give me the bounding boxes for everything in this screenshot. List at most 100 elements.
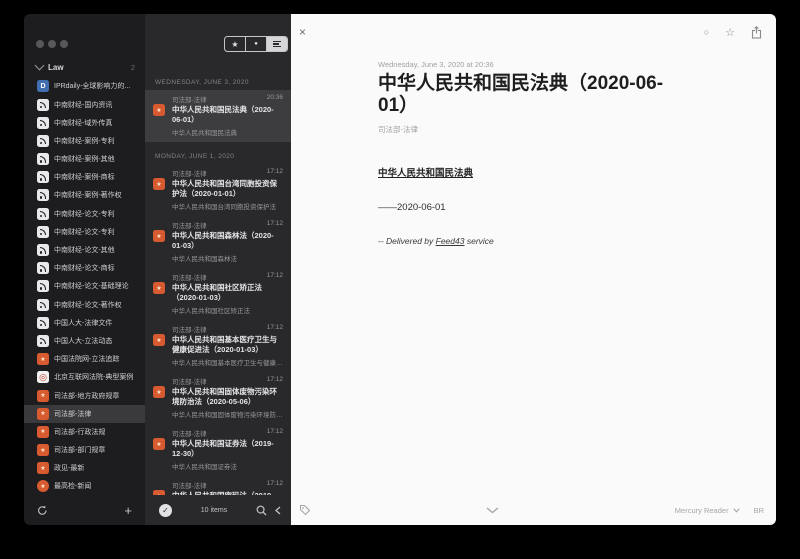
sidebar-feed-item[interactable]: 中南财经-论文-基础理论: [24, 277, 145, 295]
feed-label: 司法部-行政法规: [54, 427, 105, 437]
feed-icon: [37, 171, 49, 183]
scroll-down-button[interactable]: [311, 507, 675, 514]
article-time: 17:12: [267, 480, 283, 490]
minimize-window-button[interactable]: [48, 40, 56, 48]
sidebar-feed-item[interactable]: 司法部-地方政府规章: [24, 386, 145, 404]
tag-button[interactable]: [299, 504, 311, 516]
sidebar-feed-item[interactable]: 中南财经-案例-商标: [24, 168, 145, 186]
sidebar-feed-item[interactable]: 中国人大-立法动态: [24, 332, 145, 350]
star-article-button[interactable]: ☆: [725, 26, 735, 39]
group-label: Law: [48, 63, 64, 72]
feed-label: 北京互联网法院-典型案例: [54, 372, 133, 382]
sidebar-feed-item[interactable]: 司法部-行政法规: [24, 423, 145, 441]
app-window: Law 2 IPRdaily-全球影响力的... 中南财经-国内资讯 中南财经-…: [24, 14, 776, 525]
sidebar-feed-item[interactable]: IPRdaily-全球影响力的...: [24, 77, 145, 95]
article-list-item[interactable]: 司法部-法律 17:12 中华人民共和国证券法（2019-12-30） 中华人民…: [145, 424, 291, 476]
feed-icon: [37, 189, 49, 201]
article-title: 中华人民共和国证券法（2019-12-30）: [172, 439, 283, 459]
feed-label: IPRdaily-全球影响力的...: [54, 81, 130, 91]
sidebar-feed-item[interactable]: 中南财经-案例-专利: [24, 132, 145, 150]
feed-icon: [37, 262, 49, 274]
sidebar-feed-item[interactable]: 中南财经-论文-其他: [24, 241, 145, 259]
article-list-item[interactable]: 司法部-法律 20:36 中华人民共和国民法典（2020-06-01） 中华人民…: [145, 90, 291, 142]
sidebar-feed-item[interactable]: 中南财经-案例-其他: [24, 150, 145, 168]
mark-unread-button[interactable]: ○: [704, 27, 709, 37]
reader-mode-selector[interactable]: Mercury Reader: [675, 506, 729, 515]
feed-icon: [37, 317, 49, 329]
sidebar-feed-item[interactable]: 中南财经-论文-专利: [24, 205, 145, 223]
feed-icon: [37, 80, 49, 92]
feed-label: 政见-最新: [54, 463, 84, 473]
sidebar-feed-item[interactable]: 政见-最新: [24, 459, 145, 477]
sidebar-toolbar: +: [24, 495, 145, 525]
feed-icon: [37, 444, 49, 456]
feed-label: 中南财经-国内资讯: [54, 100, 112, 110]
feed-label: 中南财经-论文-基础理论: [54, 281, 129, 291]
article-list: WEDNESDAY, JUNE 3, 2020 司法部-法律 20:36 中华人…: [145, 76, 291, 495]
reader-footer: Mercury Reader BR: [291, 495, 776, 525]
sidebar-feed-item[interactable]: 中南财经-域外传真: [24, 114, 145, 132]
article-date: Wednesday, June 3, 2020 at 20:36: [378, 60, 736, 69]
sidebar-group-law[interactable]: Law 2: [24, 59, 145, 75]
feed-list: IPRdaily-全球影响力的... 中南财经-国内资讯 中南财经-域外传真 中…: [24, 77, 145, 495]
feed-label: 中国人大-立法动态: [54, 336, 112, 346]
article-list-item[interactable]: 司法部-法律 17:12 中华人民共和国社区矫正法（2020-01-03） 中华…: [145, 268, 291, 320]
share-button[interactable]: [751, 26, 762, 39]
article-title: 中华人民共和国基本医疗卫生与健康促进法（2020-01-03）: [172, 335, 283, 355]
sidebar-feed-item[interactable]: 司法部-法律: [24, 405, 145, 423]
feed-icon: [37, 208, 49, 220]
close-window-button[interactable]: [36, 40, 44, 48]
sidebar-feed-item[interactable]: 中南财经-论文-著作权: [24, 296, 145, 314]
feed-icon: [37, 135, 49, 147]
article-list-item[interactable]: 司法部-法律 17:12 中华人民共和国基本医疗卫生与健康促进法（2020-01…: [145, 320, 291, 372]
refresh-button[interactable]: [37, 505, 48, 516]
close-article-button[interactable]: ×: [299, 25, 306, 39]
article-list-item[interactable]: 司法部-法律 17:12 中华人民共和国森林法（2020-01-03） 中华人民…: [145, 216, 291, 268]
body-line: ——2020-06-01: [378, 202, 674, 213]
sidebar-feed-item[interactable]: 最高检-新闻: [24, 477, 145, 495]
feed-label: 中南财经-论文-专利: [54, 227, 115, 237]
mark-all-read-button[interactable]: ✓: [159, 504, 172, 517]
add-subscription-button[interactable]: +: [124, 504, 132, 517]
filter-starred-button[interactable]: ★: [225, 37, 246, 51]
sidebar-feed-item[interactable]: 中南财经-论文-专利: [24, 223, 145, 241]
zoom-window-button[interactable]: [60, 40, 68, 48]
article-list-item[interactable]: 司法部-法律 17:12 中华人民共和国台湾同胞投资保护法（2020-01-01…: [145, 164, 291, 216]
feed-icon: [37, 371, 49, 383]
sidebar-feed-item[interactable]: 中国人大-法律文件: [24, 314, 145, 332]
body-footer: -- Delivered by Feed43 service: [378, 236, 674, 246]
article-feed-name: 司法部-法律: [172, 480, 207, 490]
article-list-item[interactable]: 司法部-法律 17:12 中华人民共和国密码法（2019-12-13） 中华人民…: [145, 476, 291, 495]
sidebar-feed-item[interactable]: 北京互联网法院-典型案例: [24, 368, 145, 386]
feed-label: 中国法院网-立法追踪: [54, 354, 119, 364]
sidebar-feed-item[interactable]: 司法部-部门规章: [24, 441, 145, 459]
sidebar-feed-item[interactable]: 中南财经-国内资讯: [24, 95, 145, 113]
sidebar-feed-item[interactable]: 中南财经-案例-著作权: [24, 186, 145, 204]
collapse-pane-button[interactable]: [275, 506, 281, 515]
feed-label: 中南财经-案例-商标: [54, 172, 115, 182]
reader-toolbar: × ○ ☆: [291, 14, 776, 50]
article-title: 中华人民共和国社区矫正法（2020-01-03）: [172, 283, 283, 303]
chevron-down-icon: [733, 508, 740, 513]
bionic-reading-toggle[interactable]: BR: [754, 506, 764, 515]
feed-label: 中南财经-案例-其他: [54, 154, 115, 164]
sidebar-feed-item[interactable]: 中南财经-论文-商标: [24, 259, 145, 277]
date-section-header: MONDAY, JUNE 1, 2020: [145, 142, 291, 164]
feed-icon: [37, 480, 49, 492]
article-list-item[interactable]: 司法部-法律 17:12 中华人民共和国固体废物污染环境防治法（2020-05-…: [145, 372, 291, 424]
article-subtitle: 中华人民共和国民法典: [172, 127, 283, 137]
article-time: 17:12: [267, 272, 283, 282]
article-feed-name: 司法部-法律: [378, 124, 736, 135]
feed-icon: [153, 104, 165, 116]
search-button[interactable]: [256, 505, 267, 516]
body-heading-link[interactable]: 中华人民共和国民法典: [378, 165, 674, 179]
article-feed-name: 司法部-法律: [172, 324, 207, 334]
sidebar-feed-item[interactable]: 中国法院网-立法追踪: [24, 350, 145, 368]
filter-all-button[interactable]: [267, 37, 287, 51]
feed-icon: [37, 462, 49, 474]
filter-unread-button[interactable]: ●: [246, 37, 267, 51]
feed-icon: [37, 280, 49, 292]
list-icon: [273, 41, 281, 48]
article-title: 中华人民共和国民法典（2020-06-01）: [172, 105, 283, 125]
feed43-link[interactable]: Feed43: [436, 236, 465, 246]
